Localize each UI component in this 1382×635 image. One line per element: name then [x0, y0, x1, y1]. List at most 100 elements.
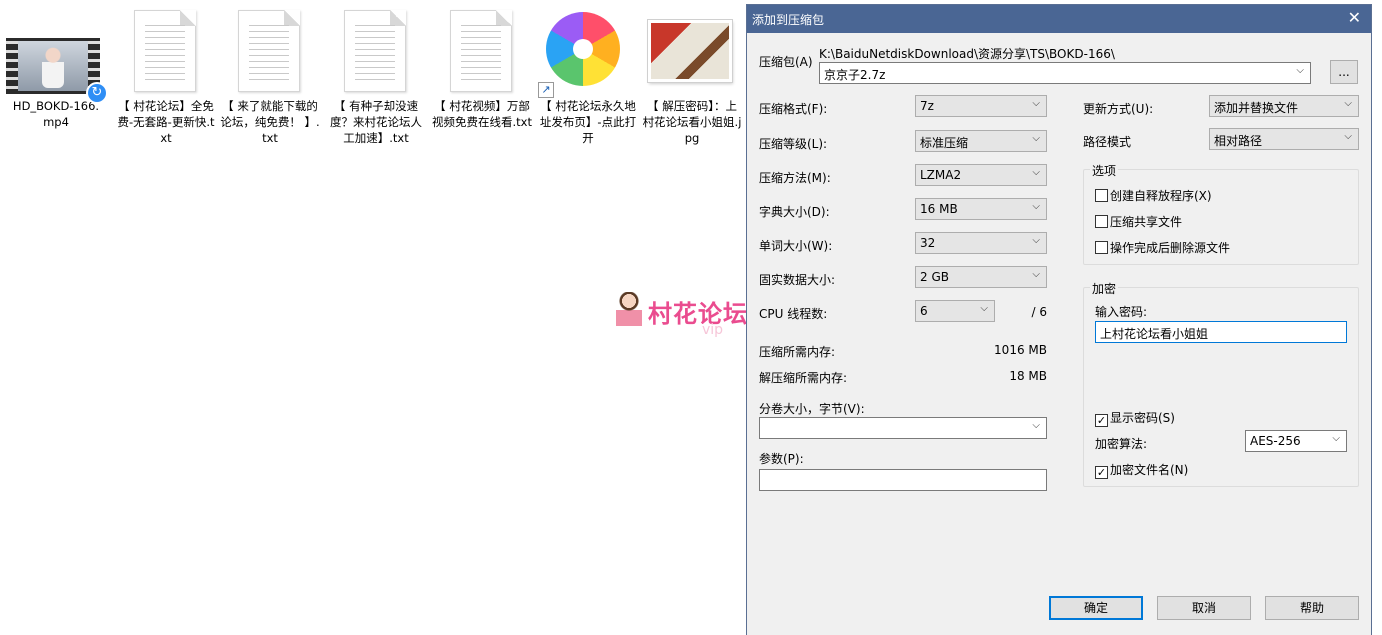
chevron-down-icon: ⌵	[980, 303, 988, 314]
file-txt-2[interactable]: 【 来了就能下载的论坛，纯免费！ 】.txt	[220, 8, 320, 146]
update-label: 更新方式(U):	[1083, 102, 1154, 116]
mascot-icon	[616, 292, 642, 342]
level-select[interactable]: 标准压缩 ⌵	[915, 130, 1047, 152]
checkmark-icon[interactable]: ✓	[1095, 414, 1108, 427]
file-url-shortcut[interactable]: ↗ 【 村花论坛永久地址发布页】-点此打开	[538, 8, 638, 146]
file-label: 【 来了就能下载的论坛，纯免费！ 】.txt	[220, 99, 320, 145]
level-label: 压缩等级(L):	[759, 137, 828, 151]
level-value: 标准压缩	[920, 136, 969, 150]
watermark-subtext: vip	[702, 322, 724, 338]
encrypt-names-checkbox[interactable]: ✓ 加密文件名(N)	[1095, 461, 1188, 479]
method-value: LZMA2	[920, 168, 962, 182]
checkbox-box[interactable]	[1095, 215, 1108, 228]
dict-label: 字典大小(D):	[759, 205, 830, 219]
delete-checkbox[interactable]: 操作完成后删除源文件	[1095, 239, 1230, 256]
shortcut-arrow-icon: ↗	[538, 82, 554, 98]
cpu-select[interactable]: 6 ⌵	[915, 300, 995, 322]
mem-comp-value: 1016 MB	[994, 343, 1047, 357]
cpu-value: 6	[920, 304, 928, 318]
split-size-combo[interactable]: ⌵	[759, 417, 1047, 439]
browser-shortcut-icon: ↗	[538, 8, 638, 98]
chevron-down-icon: ⌵	[1032, 167, 1040, 178]
file-label: 【 有种子却没速度？来村花论坛人工加速】.txt	[330, 99, 422, 145]
word-label: 单词大小(W):	[759, 239, 833, 253]
browse-button[interactable]: ...	[1330, 60, 1358, 84]
chevron-down-icon: ⌵	[1344, 131, 1352, 142]
chevron-down-icon: ⌵	[1032, 420, 1040, 431]
password-input[interactable]: 上村花论坛看小姐姐	[1095, 321, 1347, 343]
chevron-down-icon: ⌵	[1032, 201, 1040, 212]
params-label: 参数(P):	[759, 452, 804, 466]
archive-name-value: 京京子2.7z	[824, 68, 886, 82]
shared-label: 压缩共享文件	[1110, 215, 1183, 229]
cancel-button[interactable]: 取消	[1157, 596, 1251, 620]
checkbox-box[interactable]	[1095, 241, 1108, 254]
watermark-text: 村花论坛	[648, 300, 748, 328]
checkbox-box[interactable]	[1095, 189, 1108, 202]
archive-label: 压缩包(A)	[759, 55, 813, 69]
update-select[interactable]: 添加并替换文件 ⌵	[1209, 95, 1359, 117]
enc-method-select[interactable]: AES-256 ⌵	[1245, 430, 1347, 452]
show-password-checkbox[interactable]: ✓ 显示密码(S)	[1095, 409, 1175, 427]
show-password-label: 显示密码(S)	[1110, 411, 1175, 425]
cpu-max: / 6	[1031, 305, 1048, 319]
sfx-checkbox[interactable]: 创建自释放程序(X)	[1095, 187, 1212, 204]
password-label: 输入密码:	[1095, 305, 1148, 319]
mem-decomp-value: 18 MB	[1009, 369, 1047, 383]
options-title: 选项	[1090, 162, 1119, 179]
chevron-down-icon: ⌵	[1344, 98, 1352, 109]
text-file-icon	[326, 8, 426, 94]
params-input[interactable]	[759, 469, 1047, 491]
chevron-down-icon: ⌵	[1332, 433, 1340, 444]
chevron-down-icon: ⌵	[1032, 235, 1040, 246]
update-value: 添加并替换文件	[1214, 101, 1299, 115]
method-select[interactable]: LZMA2 ⌵	[915, 164, 1047, 186]
sfx-label: 创建自释放程序(X)	[1110, 189, 1212, 203]
title-bar: 添加到压缩包 ✕	[747, 5, 1371, 33]
mem-decomp-label: 解压缩所需内存:	[759, 371, 848, 385]
dict-value: 16 MB	[920, 202, 958, 216]
solid-select[interactable]: 2 GB ⌵	[915, 266, 1047, 288]
file-txt-4[interactable]: 【 村花视频】万部视频免费在线看.txt	[432, 8, 532, 130]
word-select[interactable]: 32 ⌵	[915, 232, 1047, 254]
dict-select[interactable]: 16 MB ⌵	[915, 198, 1047, 220]
chevron-down-icon: ⌵	[1032, 269, 1040, 280]
shared-checkbox[interactable]: 压缩共享文件	[1095, 213, 1182, 230]
file-label: 【 村花论坛永久地址发布页】-点此打开	[539, 99, 637, 145]
file-label: 【 解压密码】：上村花论坛看小姐姐.jpg	[642, 99, 742, 145]
text-file-icon	[220, 8, 320, 94]
word-value: 32	[920, 236, 936, 250]
pathmode-select[interactable]: 相对路径 ⌵	[1209, 128, 1359, 150]
format-label: 压缩格式(F):	[759, 102, 828, 116]
checkmark-icon[interactable]: ✓	[1095, 466, 1108, 479]
archive-name-combo[interactable]: 京京子2.7z ⌵	[819, 62, 1311, 84]
chevron-down-icon: ⌵	[1032, 133, 1040, 144]
ok-button[interactable]: 确定	[1049, 596, 1143, 620]
close-icon[interactable]: ✕	[1348, 9, 1361, 27]
solid-value: 2 GB	[920, 270, 949, 284]
archive-path: K:\BaiduNetdiskDownload\资源分享\TS\BOKD-166…	[819, 47, 1115, 61]
help-button[interactable]: 帮助	[1265, 596, 1359, 620]
file-video[interactable]: ↻ HD_BOKD-166. mp4	[6, 8, 108, 130]
image-file-icon	[642, 8, 742, 94]
text-file-icon	[432, 8, 532, 94]
enc-method-label: 加密算法:	[1095, 437, 1148, 451]
mem-comp-label: 压缩所需内存:	[759, 345, 836, 359]
file-jpg[interactable]: 【 解压密码】：上村花论坛看小姐姐.jpg	[642, 8, 742, 146]
enc-method-value: AES-256	[1250, 434, 1301, 448]
solid-label: 固实数据大小:	[759, 273, 836, 287]
sync-badge-icon: ↻	[86, 82, 108, 104]
format-select[interactable]: 7z ⌵	[915, 95, 1047, 117]
file-label: 【 村花论坛】全免费-无套路-更新快.txt	[117, 99, 215, 145]
file-label: 【 村花视频】万部视频免费在线看.txt	[432, 99, 532, 129]
delete-label: 操作完成后删除源文件	[1110, 241, 1231, 255]
file-txt-3[interactable]: 【 有种子却没速度？来村花论坛人工加速】.txt	[326, 8, 426, 146]
file-txt-1[interactable]: 【 村花论坛】全免费-无套路-更新快.txt	[116, 8, 216, 146]
method-label: 压缩方法(M):	[759, 171, 831, 185]
chevron-down-icon[interactable]: ⌵	[1296, 65, 1304, 76]
encryption-title: 加密	[1090, 280, 1119, 297]
text-file-icon	[116, 8, 216, 94]
pathmode-label: 路径模式	[1083, 135, 1132, 149]
cpu-label: CPU 线程数:	[759, 307, 828, 321]
add-to-archive-dialog: 添加到压缩包 ✕ 压缩包(A) K:\BaiduNetdiskDownload\…	[746, 4, 1372, 635]
